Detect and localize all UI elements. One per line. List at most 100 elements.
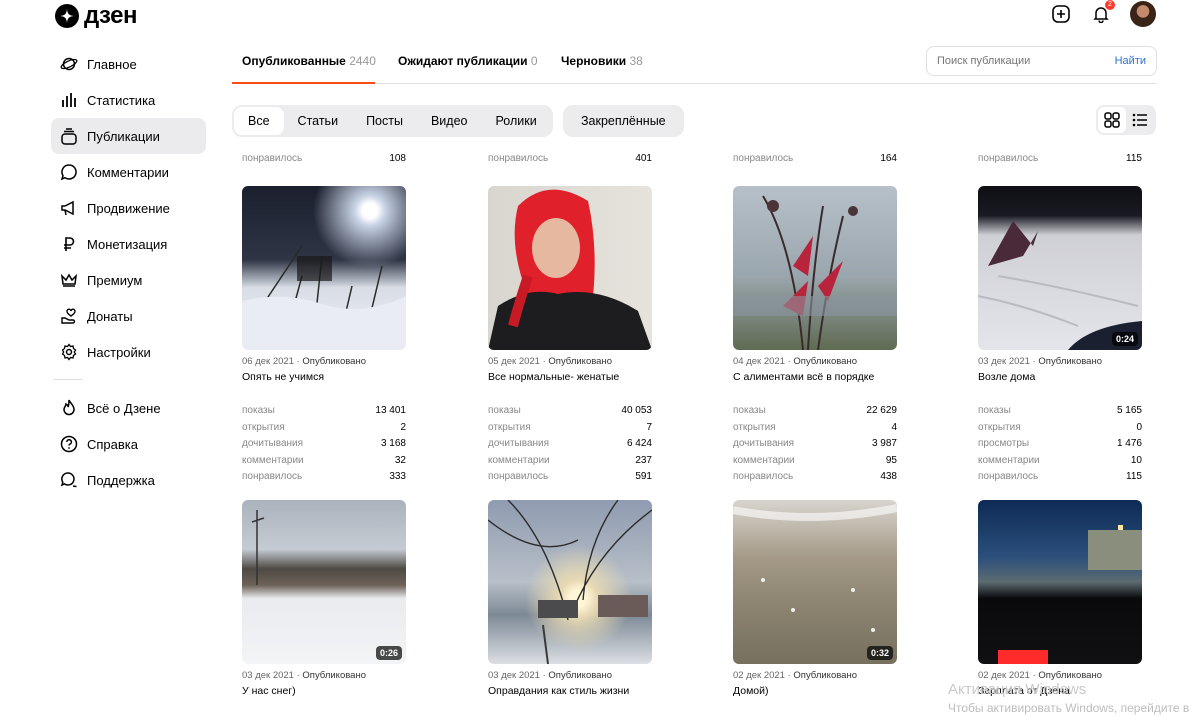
filter-posts[interactable]: Посты [352,107,417,135]
previous-card-stat: понравилось 164 [733,153,897,164]
active-tab-indicator [232,82,375,84]
stat-value: 237 [635,454,652,466]
stat-row: комментарии 237 [488,453,652,470]
stat-value: 22 629 [866,405,897,416]
publication-date: 06 дек 2021 [242,356,294,367]
stat-value: 13 401 [375,405,406,416]
publication-title[interactable]: У нас снег) [242,685,406,699]
publication-card[interactable]: 0:24 03 дек 2021 · Опубликовано Возле до… [978,186,1142,486]
publication-thumbnail[interactable] [488,186,652,350]
list-icon [1132,113,1147,127]
stat-label: понравилось [978,471,1039,482]
publication-card[interactable]: 02 дек 2021 · Опубликовано Зарплата от Д… [978,500,1142,699]
publication-status: Опубликовано [548,670,612,681]
publication-status: Опубликовано [1038,356,1102,367]
tab-scheduled[interactable]: Ожидают публикации 0 [398,54,538,68]
filter-articles[interactable]: Статьи [284,107,353,135]
publication-card[interactable]: 05 дек 2021 · Опубликовано Все нормальны… [488,186,652,486]
publication-stats: показы 22 629 открытия 4 дочитывания 3 987 … [733,403,897,486]
publication-stats: показы 5 165 открытия 0 просмотры 1 476 ком… [978,403,1142,486]
publication-meta: 06 дек 2021 · Опубликовано [242,356,366,367]
publication-meta: 02 дек 2021 · Опубликовано [978,670,1102,681]
stat-label: открытия [978,421,1021,433]
publication-thumbnail[interactable]: 0:26 [242,500,406,664]
search-input[interactable] [937,55,1115,67]
publication-title[interactable]: Опять не учимся [242,371,406,385]
stat-row: понравилось 591 [488,469,652,486]
tab-published[interactable]: Опубликованные 2440 [242,54,376,68]
dzen-star-icon [55,4,79,28]
previous-card-stat: понравилось 108 [242,153,406,164]
stat-value: 95 [885,454,897,466]
stat-label: просмотры [978,438,1030,449]
stat-label: показы [488,405,521,416]
publication-meta: 03 дек 2021 · Опубликовано [978,356,1102,367]
filter-shorts[interactable]: Ролики [482,107,551,135]
publication-title[interactable]: Все нормальные- женатые [488,371,652,385]
tab-count: 0 [530,54,538,68]
publication-thumbnail[interactable] [733,186,897,350]
publication-title[interactable]: Оправдания как стиль жизни [488,685,652,699]
notifications-button[interactable]: 2 [1090,0,1115,25]
user-avatar[interactable] [1130,1,1156,27]
publication-thumbnail[interactable] [978,500,1142,664]
stat-label: показы [978,405,1011,416]
publication-meta: 04 дек 2021 · Опубликовано [733,356,857,367]
create-button[interactable] [1050,3,1072,25]
stat-row: показы 5 165 [978,403,1142,420]
sidebar-item-main[interactable]: Главное [51,46,206,82]
dzen-logo[interactable]: дзен [55,4,137,28]
stat-row: дочитывания 3 987 [733,436,897,453]
publication-thumbnail[interactable] [242,186,406,350]
previous-card-stat: понравилось 401 [488,153,652,164]
publication-title[interactable]: Домой) [733,685,897,699]
planet-icon [59,54,79,74]
type-filter: Все Статьи Посты Видео Ролики [232,105,553,137]
stat-row: комментарии 95 [733,453,897,470]
publication-title[interactable]: С алиментами всё в порядке [733,371,897,385]
publication-status: Опубликовано [1038,670,1102,681]
publication-date: 03 дек 2021 [242,670,294,681]
search-button[interactable]: Найти [1115,55,1146,67]
stat-label: понравилось [733,153,794,164]
list-view-button[interactable] [1126,107,1154,133]
filter-all[interactable]: Все [234,107,284,135]
publication-card[interactable]: 0:26 03 дек 2021 · Опубликовано У нас сн… [242,500,406,699]
publication-card[interactable]: 03 дек 2021 · Опубликовано Оправдания ка… [488,500,652,699]
stat-row: понравилось 115 [978,469,1142,486]
stat-label: понравилось [978,153,1039,164]
publication-card[interactable]: 04 дек 2021 · Опубликовано С алиментами … [733,186,897,486]
publication-thumbnail[interactable]: 0:32 [733,500,897,664]
video-duration: 0:26 [375,646,402,660]
tab-label: Опубликованные [242,54,346,68]
stat-row: понравилось 438 [733,469,897,486]
windows-activation-watermark: Активация Windows [948,681,1087,698]
publication-thumbnail[interactable] [488,500,652,664]
pinned-filter-button[interactable]: Закреплённые [563,105,684,137]
filter-video[interactable]: Видео [417,107,482,135]
stat-row: дочитывания 6 424 [488,436,652,453]
stat-row: открытия 0 [978,420,1142,437]
video-duration: 0:32 [866,646,893,660]
publication-date: 03 дек 2021 [978,356,1030,367]
sidebar-item-label: Главное [87,56,137,72]
stat-row: открытия 7 [488,420,652,437]
publication-card[interactable]: 06 дек 2021 · Опубликовано Опять не учим… [242,186,406,486]
publication-date: 03 дек 2021 [488,670,540,681]
stat-value: 7 [646,421,652,433]
tab-drafts[interactable]: Черновики 38 [561,54,643,68]
view-toggle [1096,105,1156,135]
grid-view-button[interactable] [1098,107,1126,133]
stat-row: комментарии 10 [978,453,1142,470]
sidebar-item-statistics[interactable]: Статистика [51,82,206,118]
top-bar: дзен 2 [0,0,1200,36]
stat-value: 32 [394,454,406,466]
stat-value: 115 [1126,153,1142,164]
publication-status: Опубликовано [302,356,366,367]
stat-value: 6 424 [626,438,652,449]
publication-card[interactable]: 0:32 02 дек 2021 · Опубликовано Домой) [733,500,897,699]
publication-thumbnail[interactable]: 0:24 [978,186,1142,350]
publication-date: 05 дек 2021 [488,356,540,367]
publication-meta: 03 дек 2021 · Опубликовано [488,670,612,681]
publication-title[interactable]: Возле дома [978,371,1142,385]
